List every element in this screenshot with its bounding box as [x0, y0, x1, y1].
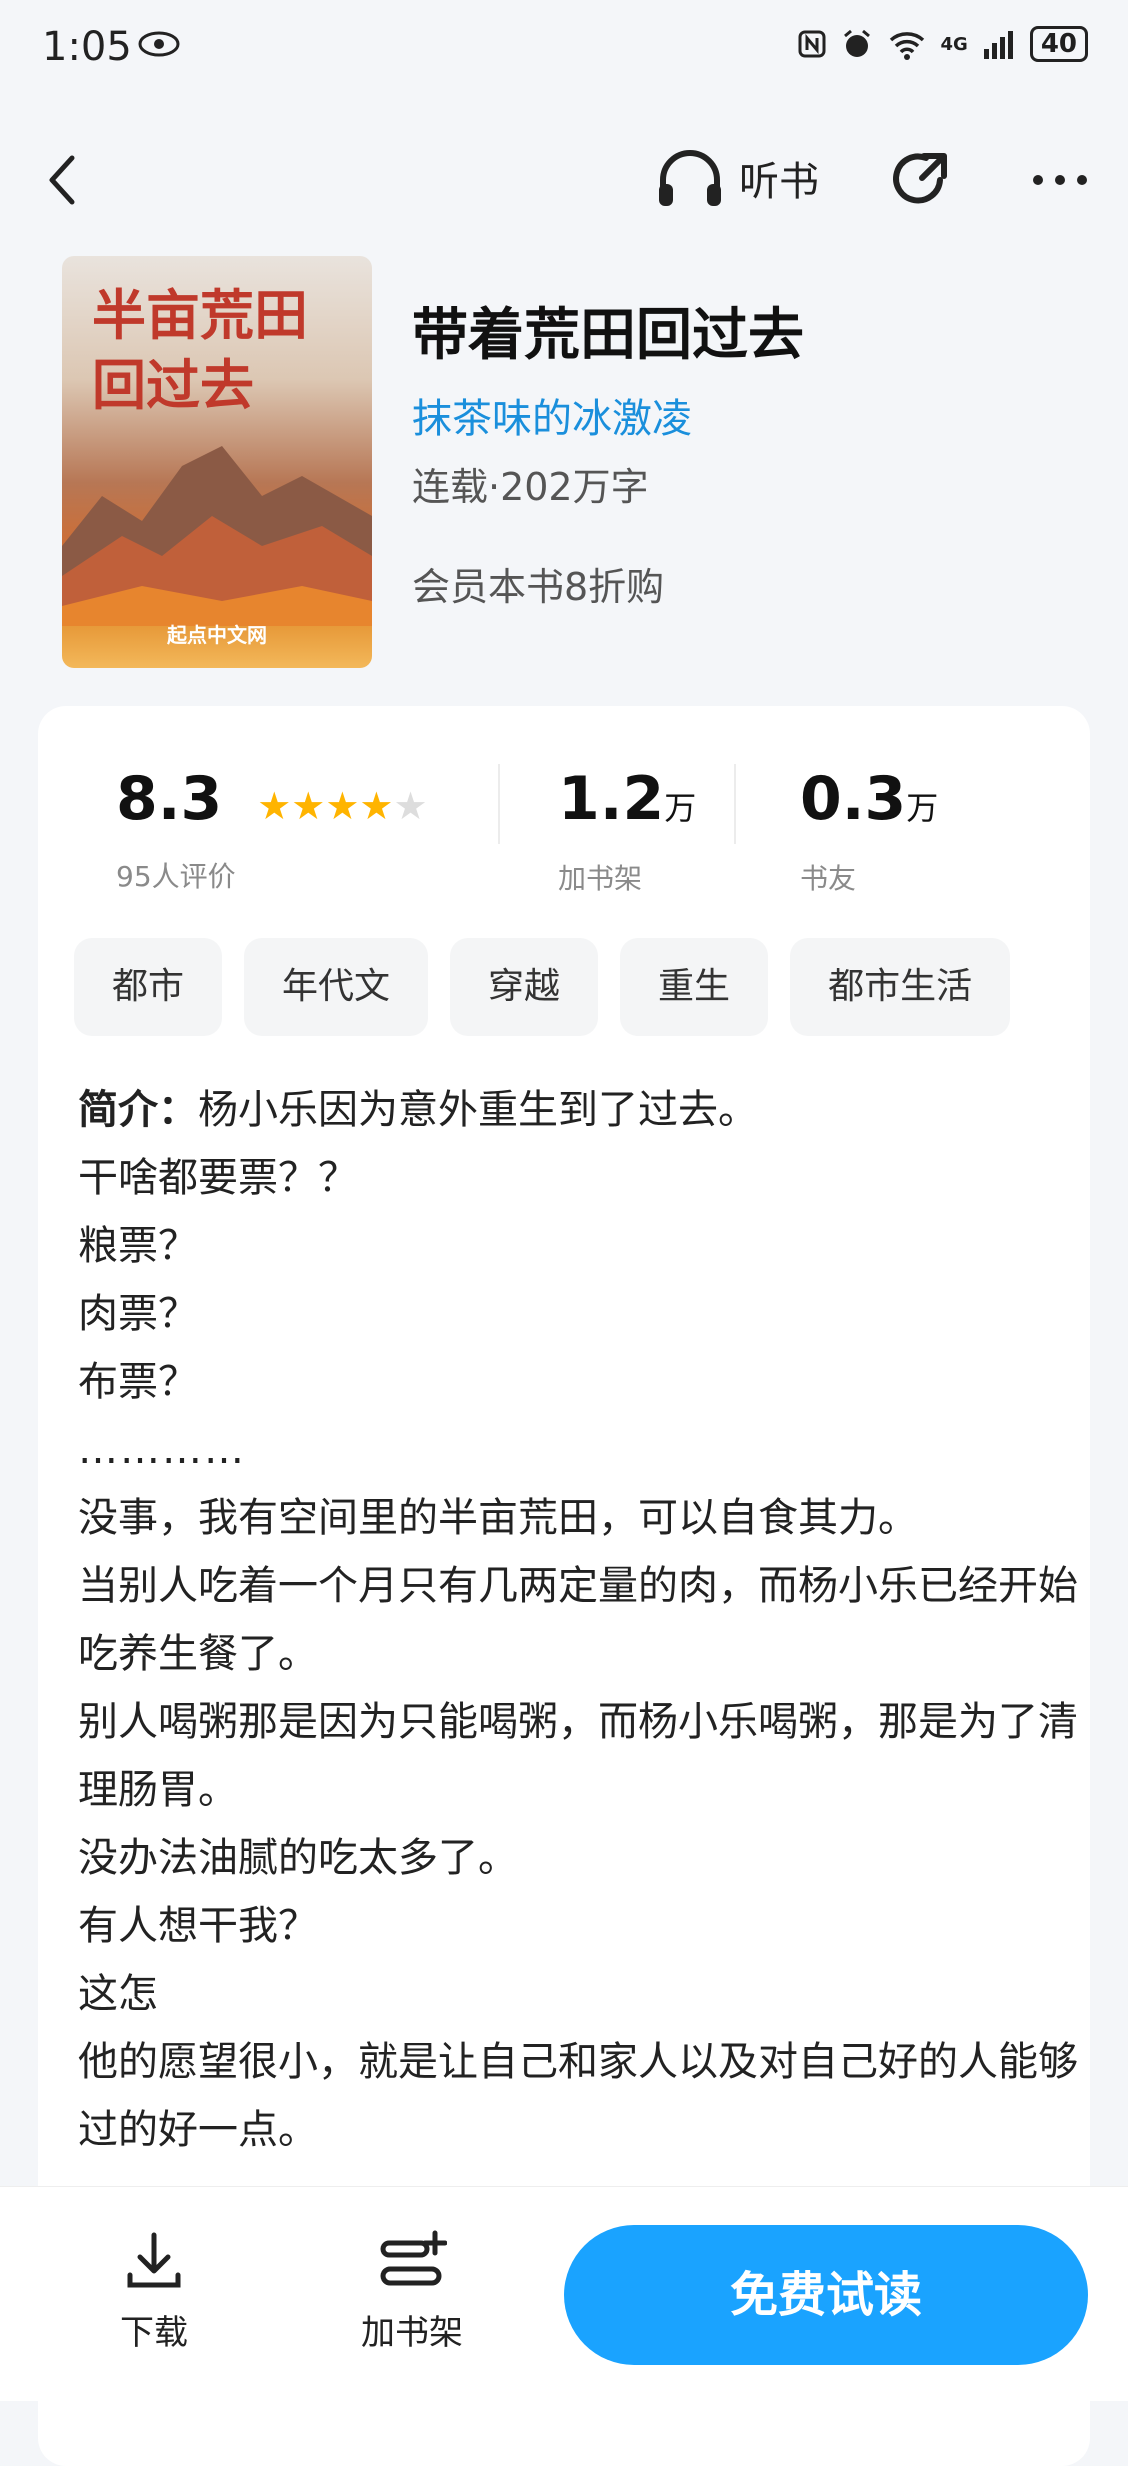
star-icon: ★: [325, 784, 360, 828]
shelf-count: 1.2: [558, 764, 665, 834]
intro-line: 布票？: [78, 1359, 198, 1405]
battery-icon: 40: [1029, 26, 1088, 62]
download-label: 下载: [120, 2313, 188, 2353]
intro-line: 没事，我有空间里的半亩荒田，可以自食其力。: [78, 1495, 918, 1541]
download-icon: [127, 2232, 181, 2288]
cover-publisher: 起点中文网: [167, 623, 267, 647]
intro-line: 这怎: [78, 1971, 158, 2017]
intro-text: 杨小乐因为意外重生到了过去。: [198, 1087, 758, 1133]
back-button[interactable]: [42, 150, 82, 210]
rating-stars: ★★★★★: [257, 764, 427, 841]
listen-button[interactable]: 听书: [655, 148, 819, 208]
shelf-stat: 1.2万 加书架: [558, 764, 696, 897]
intro-line: 干啥都要票？？: [78, 1155, 358, 1201]
intro-line: 有人想干我？: [78, 1903, 318, 1949]
book-author[interactable]: 抹茶味的冰激凌: [412, 386, 1092, 442]
cover-title: 半亩荒田 回过去: [92, 283, 308, 417]
tag-chip[interactable]: 穿越: [450, 938, 599, 1036]
network-type: 4G: [940, 33, 968, 55]
book-title: 带着荒田回过去: [412, 303, 804, 368]
bottom-bar: 下载 加书架 免费试读: [0, 2186, 1128, 2401]
book-info: 带着荒田回过去 抹茶味的冰激凌 连载·202万字 会员本书8折购: [412, 290, 1092, 610]
tag-chip[interactable]: 都市生活: [790, 938, 1011, 1036]
intro-first-line: 简介：杨小乐因为意外重生到了过去。: [78, 1076, 1078, 1144]
nfc-icon: [798, 30, 825, 58]
add-shelf-button[interactable]: 加书架: [352, 2229, 472, 2354]
top-bar: 听书: [0, 130, 1128, 230]
stat-divider: [498, 764, 500, 844]
intro-line: 当别人吃着一个月只有几两定量的肉，而杨小乐已经开始吃养生餐了。: [78, 1563, 1078, 1677]
friends-label: 书友: [800, 862, 857, 895]
intro-line: 没办法油腻的吃太多了。: [78, 1835, 518, 1881]
book-cover[interactable]: 半亩荒田 回过去 起点中文网: [62, 256, 372, 668]
book-intro[interactable]: 简介：杨小乐因为意外重生到了过去。 干啥都要票？？ 粮票？ 肉票？ 布票？ ………: [78, 1076, 1078, 2164]
rating-stat[interactable]: 8.3 ★★★★★ 95人评价: [116, 764, 428, 895]
friends-unit: 万: [906, 789, 939, 827]
cover-art: [62, 446, 372, 626]
status-icons: 4G 40: [797, 26, 1088, 62]
shelf-unit: 万: [664, 789, 697, 827]
member-offer[interactable]: 会员本书8折购: [412, 556, 1092, 610]
rating-value: 8.3: [116, 764, 223, 835]
add-shelf-label: 加书架: [361, 2313, 463, 2353]
intro-line: …………: [78, 1427, 246, 1473]
star-icon: ★: [257, 784, 292, 828]
star-icon: ★: [359, 784, 394, 828]
alarm-icon: [843, 29, 870, 57]
eye-icon: [138, 31, 180, 57]
tag-list: 都市 年代文 穿越 重生 都市生活: [74, 938, 1090, 1038]
download-button[interactable]: 下载: [94, 2229, 214, 2354]
signal-icon: [983, 31, 1013, 59]
free-read-button[interactable]: 免费试读: [564, 2225, 1088, 2365]
star-icon: ★: [393, 784, 428, 828]
wifi-icon: [889, 32, 924, 60]
stat-divider: [734, 764, 736, 844]
tag-chip[interactable]: 重生: [620, 938, 769, 1036]
intro-line: 粮票？: [78, 1223, 198, 1269]
status-bar: 1:05 4G 40: [0, 0, 1128, 100]
rating-label: 95人评价: [116, 860, 236, 893]
intro-label: 简介：: [78, 1087, 198, 1133]
stats-row: 8.3 ★★★★★ 95人评价 1.2万 加书架 0.3万 书友: [78, 764, 1078, 904]
star-icon: ★: [291, 784, 326, 828]
tag-chip[interactable]: 都市: [74, 938, 223, 1036]
intro-line: 肉票？: [78, 1291, 198, 1337]
share-icon[interactable]: [888, 150, 954, 216]
intro-line: 他的愿望很小，就是让自己和家人以及对自己好的人能够过的好一点。: [78, 2039, 1078, 2153]
book-meta: 连载·202万字: [412, 465, 649, 509]
more-icon[interactable]: [1030, 170, 1090, 190]
tag-chip[interactable]: 年代文: [244, 938, 429, 1036]
status-time: 1:05: [42, 24, 132, 70]
headphones-icon: [659, 150, 721, 206]
bookshelf-add-icon: [380, 2230, 448, 2286]
intro-line: 别人喝粥那是因为只能喝粥，而杨小乐喝粥，那是为了清理肠胃。: [78, 1699, 1078, 1813]
listen-label: 听书: [739, 159, 819, 205]
friends-stat[interactable]: 0.3万 书友: [800, 764, 938, 897]
friends-count: 0.3: [800, 764, 907, 834]
shelf-label: 加书架: [558, 862, 643, 895]
